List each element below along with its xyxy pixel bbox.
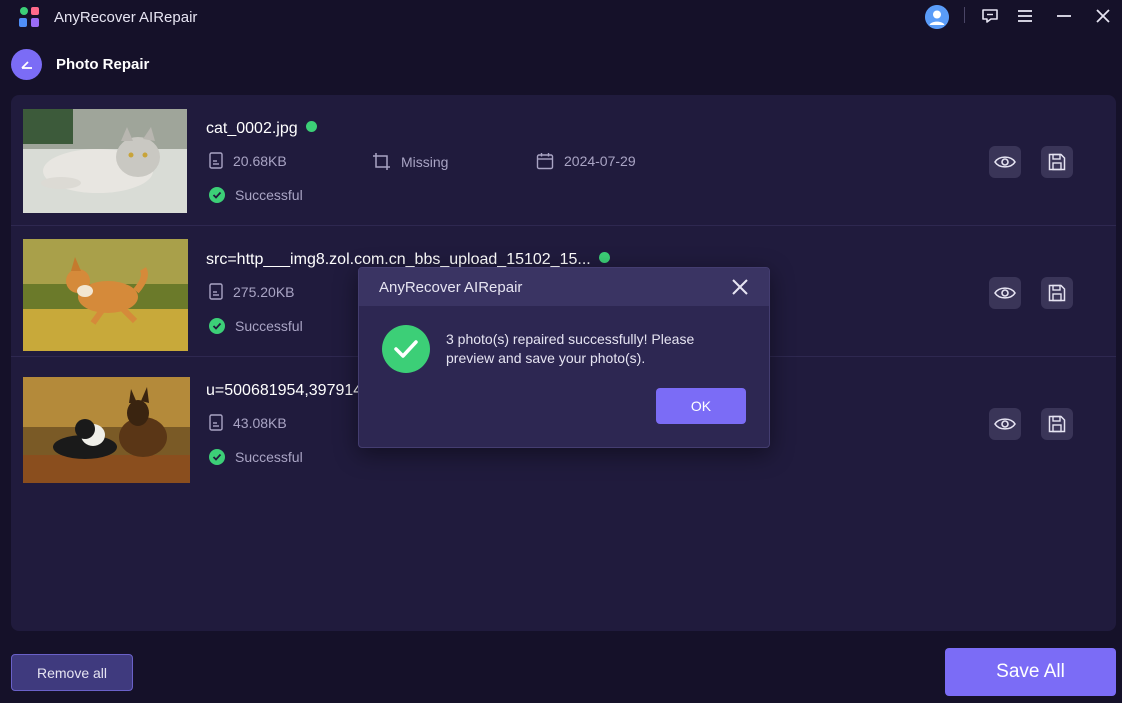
check-icon xyxy=(209,187,225,203)
repaired-badge xyxy=(598,252,610,263)
repair-status: Successful xyxy=(209,318,303,334)
page-title: Photo Repair xyxy=(56,55,150,73)
dialog-message: 3 photo(s) repaired successfully! Please… xyxy=(446,331,695,366)
file-size-icon xyxy=(209,414,223,431)
feedback-icon[interactable] xyxy=(977,3,1003,29)
save-all-button[interactable]: Save All xyxy=(945,648,1116,696)
save-icon xyxy=(1048,284,1066,302)
save-button[interactable] xyxy=(1041,146,1073,178)
preview-button[interactable] xyxy=(989,146,1021,178)
file-size-icon xyxy=(209,283,223,300)
calendar-icon xyxy=(536,153,554,170)
title-bar: AnyRecover AIRepair xyxy=(0,0,1122,34)
dialog-title: AnyRecover AIRepair xyxy=(379,278,523,296)
file-size-icon xyxy=(209,152,223,169)
back-button[interactable] xyxy=(11,48,42,80)
repair-status: Successful xyxy=(209,187,303,203)
close-icon[interactable] xyxy=(1090,3,1116,29)
photo-row: cat_0002.jpg 20.68KB Missing 2024-07-29 … xyxy=(11,95,1116,226)
photo-filename: u=500681954,397914 xyxy=(206,382,363,399)
save-icon xyxy=(1048,415,1066,433)
file-size: 20.68KB xyxy=(209,152,287,169)
eye-icon xyxy=(994,287,1016,299)
resolution-icon xyxy=(373,153,390,170)
app-title: AnyRecover AIRepair xyxy=(54,9,198,26)
minimize-icon[interactable] xyxy=(1051,3,1077,29)
check-icon xyxy=(209,449,225,465)
ok-button[interactable]: OK xyxy=(656,388,746,424)
file-size: 43.08KB xyxy=(209,414,287,431)
success-dialog: AnyRecover AIRepair 3 photo(s) repaired … xyxy=(358,267,770,448)
save-icon xyxy=(1048,153,1066,171)
file-date: 2024-07-29 xyxy=(536,152,636,170)
photo-thumbnail[interactable] xyxy=(23,377,190,483)
user-avatar-icon[interactable] xyxy=(925,5,949,29)
success-check-icon xyxy=(382,325,430,373)
photo-filename: cat_0002.jpg xyxy=(206,120,317,138)
resolution: Missing xyxy=(372,152,448,171)
save-button[interactable] xyxy=(1041,277,1073,309)
dialog-header: AnyRecover AIRepair xyxy=(359,268,769,306)
app-logo-icon xyxy=(19,7,39,27)
preview-button[interactable] xyxy=(989,408,1021,440)
eye-icon xyxy=(994,156,1016,168)
check-icon xyxy=(209,318,225,334)
photo-thumbnail[interactable] xyxy=(23,109,187,213)
eye-icon xyxy=(994,418,1016,430)
preview-button[interactable] xyxy=(989,277,1021,309)
file-size: 275.20KB xyxy=(209,283,295,300)
close-icon[interactable] xyxy=(731,278,749,296)
repaired-badge xyxy=(305,121,317,132)
save-button[interactable] xyxy=(1041,408,1073,440)
title-bar-separator xyxy=(964,7,965,23)
remove-all-button[interactable]: Remove all xyxy=(11,654,133,691)
repair-status: Successful xyxy=(209,449,303,465)
menu-icon[interactable] xyxy=(1012,3,1038,29)
page-header: Photo Repair xyxy=(11,48,149,80)
photo-thumbnail[interactable] xyxy=(23,239,188,351)
back-icon xyxy=(20,61,32,69)
